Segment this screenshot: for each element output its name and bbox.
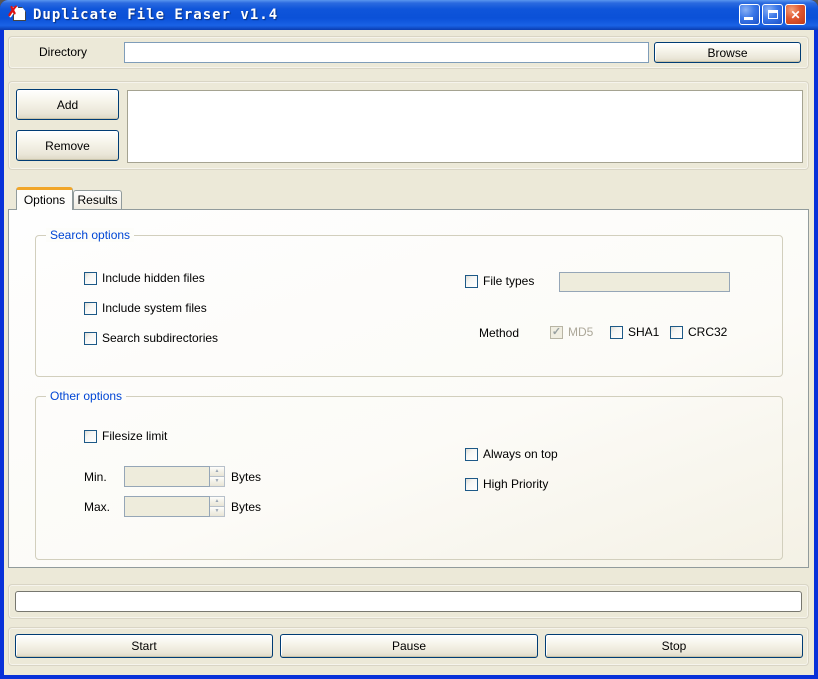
crc32-label: CRC32 [688,325,727,339]
actions-panel: Start Pause Stop [8,627,809,666]
search-subdirectories-row: Search subdirectories [84,329,218,347]
always-on-top-checkbox[interactable] [465,448,478,461]
minimize-icon [744,17,753,20]
max-label: Max. [84,500,124,514]
file-types-row: File types [465,272,534,290]
add-button[interactable]: Add [16,89,119,120]
max-spinner[interactable]: ▲ ▼ [210,496,225,517]
window-title: Duplicate File Eraser v1.4 [33,7,278,23]
client-area: Directory Browse Add Remove Options Resu… [4,30,814,675]
high-priority-row: High Priority [465,475,548,493]
include-hidden-files-row: Include hidden files [84,269,205,287]
directory-panel: Directory Browse [8,36,809,69]
md5-checkbox: ✓ [550,326,563,339]
file-types-label: File types [483,274,534,288]
tab-options[interactable]: Options [16,187,73,210]
max-input[interactable] [124,496,210,517]
pause-button[interactable]: Pause [280,634,538,658]
app-window: ✗ Duplicate File Eraser v1.4 ✕ Directory… [0,0,818,679]
min-spinner[interactable]: ▲ ▼ [210,466,225,487]
search-options-title: Search options [46,228,134,242]
tab-results-label: Results [77,193,117,207]
progress-panel [8,584,809,619]
folders-panel: Add Remove [8,81,809,170]
file-types-checkbox[interactable] [465,275,478,288]
check-icon: ✓ [552,327,561,338]
high-priority-label: High Priority [483,477,548,491]
directory-label: Directory [39,37,87,68]
progress-bar [15,591,802,612]
spinner-up-icon[interactable]: ▲ [210,466,225,477]
titlebar[interactable]: ✗ Duplicate File Eraser v1.4 ✕ [0,0,818,30]
stop-button[interactable]: Stop [545,634,803,658]
sha1-checkbox[interactable] [610,326,623,339]
red-x-icon: ✗ [7,3,19,20]
include-system-files-checkbox[interactable] [84,302,97,315]
min-row: Min. ▲ ▼ Bytes [84,466,261,487]
include-hidden-files-label: Include hidden files [102,271,205,285]
maximize-button[interactable] [762,4,783,25]
high-priority-checkbox[interactable] [465,478,478,491]
method-crc32-row: CRC32 [670,323,727,341]
minimize-button[interactable] [739,4,760,25]
start-button[interactable]: Start [15,634,273,658]
max-unit-label: Bytes [231,500,261,514]
tab-results[interactable]: Results [73,190,122,209]
min-unit-label: Bytes [231,470,261,484]
directory-input[interactable] [124,42,649,63]
md5-label: MD5 [568,325,593,339]
crc32-checkbox[interactable] [670,326,683,339]
tab-options-label: Options [24,193,65,207]
app-icon: ✗ [7,6,27,23]
search-subdirectories-checkbox[interactable] [84,332,97,345]
max-row: Max. ▲ ▼ Bytes [84,496,261,517]
other-options-title: Other options [46,389,126,403]
other-options-group: Other options Filesize limit Min. ▲ ▼ By… [35,396,783,560]
always-on-top-row: Always on top [465,445,558,463]
spinner-down-icon[interactable]: ▼ [210,507,225,517]
include-system-files-label: Include system files [102,301,207,315]
options-tab-page: Search options Include hidden files Incl… [8,209,809,568]
folder-listbox[interactable] [127,90,803,163]
spinner-up-icon[interactable]: ▲ [210,496,225,507]
include-hidden-files-checkbox[interactable] [84,272,97,285]
search-subdirectories-label: Search subdirectories [102,331,218,345]
filesize-limit-row: Filesize limit [84,427,167,445]
spinner-down-icon[interactable]: ▼ [210,477,225,487]
always-on-top-label: Always on top [483,447,558,461]
remove-button[interactable]: Remove [16,130,119,161]
browse-button[interactable]: Browse [654,42,801,63]
min-label: Min. [84,470,124,484]
maximize-icon [768,10,778,19]
search-options-group: Search options Include hidden files Incl… [35,235,783,377]
method-sha1-row: SHA1 [610,323,659,341]
method-label: Method [479,326,519,340]
filesize-limit-checkbox[interactable] [84,430,97,443]
include-system-files-row: Include system files [84,299,207,317]
close-button[interactable]: ✕ [785,4,806,25]
method-md5-row: ✓ MD5 [550,323,593,341]
sha1-label: SHA1 [628,325,659,339]
file-types-input[interactable] [559,272,730,292]
close-icon: ✕ [790,9,800,21]
min-input[interactable] [124,466,210,487]
filesize-limit-label: Filesize limit [102,429,167,443]
